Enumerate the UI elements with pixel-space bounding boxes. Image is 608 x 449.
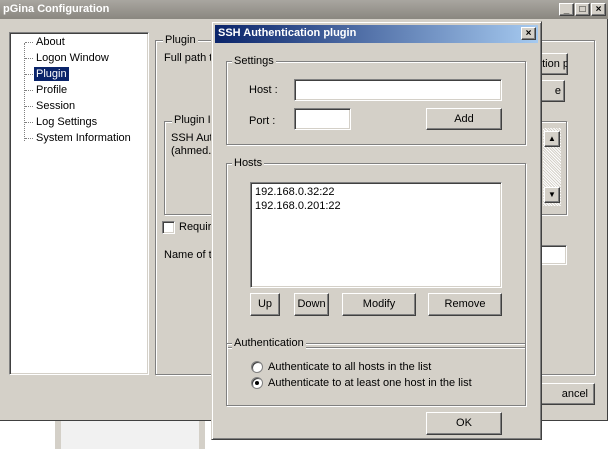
- port-label: Port :: [249, 115, 276, 127]
- radio-one-host[interactable]: [251, 377, 263, 389]
- window-title: pGina Configuration: [3, 3, 110, 15]
- tree-item-plugin[interactable]: Plugin: [34, 67, 69, 81]
- hosts-list[interactable]: 192.168.0.32:22 192.168.0.201:22: [250, 182, 502, 288]
- plugin-path-label: Full path t: [164, 52, 213, 64]
- dialog-close-button[interactable]: ×: [521, 27, 536, 40]
- list-item[interactable]: 192.168.0.201:22: [255, 200, 341, 212]
- host-input[interactable]: [294, 79, 502, 101]
- add-button[interactable]: Add: [426, 108, 502, 130]
- radio-all-hosts-label[interactable]: Authenticate to all hosts in the list: [268, 361, 431, 373]
- authentication-group-label: Authentication: [232, 337, 306, 349]
- background-window: [55, 421, 205, 449]
- cancel-button[interactable]: ancel: [537, 383, 595, 405]
- require-checkbox[interactable]: [162, 221, 175, 234]
- ok-button[interactable]: OK: [426, 412, 502, 435]
- radio-selected-dot: [255, 381, 259, 385]
- name-label: Name of tl: [164, 249, 215, 261]
- tree-connector: [25, 138, 33, 139]
- require-checkbox-label: Requir: [179, 221, 212, 233]
- scroll-up-icon[interactable]: ▲: [544, 131, 560, 147]
- minimize-button[interactable]: _: [559, 3, 574, 16]
- navigation-tree[interactable]: About Logon Window Plugin Profile Sessio…: [9, 32, 149, 375]
- tree-item-logon-window[interactable]: Logon Window: [34, 51, 111, 65]
- down-button[interactable]: Down: [294, 293, 329, 316]
- authentication-group: [226, 343, 526, 406]
- hosts-group-label: Hosts: [232, 157, 265, 169]
- radio-one-host-label[interactable]: Authenticate to at least one host in the…: [268, 377, 472, 389]
- tree-item-system-information[interactable]: System Information: [34, 131, 133, 145]
- ssh-dialog: SSH Authentication plugin × Settings Hos…: [211, 21, 542, 440]
- radio-all-hosts[interactable]: [251, 361, 263, 373]
- plugin-info-scrollbar[interactable]: ▲ ▼: [543, 128, 561, 206]
- dialog-titlebar[interactable]: SSH Authentication plugin ×: [215, 25, 538, 43]
- maximize-button[interactable]: □: [575, 3, 590, 16]
- modify-button[interactable]: Modify: [342, 293, 416, 316]
- tree-item-profile[interactable]: Profile: [34, 83, 69, 97]
- dialog-title: SSH Authentication plugin: [218, 27, 357, 39]
- remove-button[interactable]: Remove: [428, 293, 502, 316]
- plugin-info-line: (ahmed.: [171, 145, 212, 157]
- host-label: Host :: [249, 84, 278, 96]
- background-window-pane: [61, 421, 199, 449]
- scroll-down-icon[interactable]: ▼: [544, 187, 560, 203]
- settings-group: [226, 61, 526, 145]
- tree-connector: [25, 90, 33, 91]
- plugin-group-label: Plugin: [163, 34, 198, 46]
- plugin-info-line: SSH Aut: [171, 132, 213, 144]
- tree-connector: [25, 106, 33, 107]
- tree-connector: [25, 74, 33, 75]
- up-button[interactable]: Up: [250, 293, 280, 316]
- list-item[interactable]: 192.168.0.32:22: [255, 186, 335, 198]
- close-button[interactable]: ×: [591, 3, 606, 16]
- tree-item-session[interactable]: Session: [34, 99, 77, 113]
- tree-item-log-settings[interactable]: Log Settings: [34, 115, 99, 129]
- settings-group-label: Settings: [232, 55, 276, 67]
- tree-item-about[interactable]: About: [34, 35, 67, 49]
- main-titlebar[interactable]: pGina Configuration _ □ ×: [0, 0, 608, 19]
- tree-connector: [25, 122, 33, 123]
- tree-connector: [25, 42, 33, 43]
- tree-connector: [25, 58, 33, 59]
- port-input[interactable]: [294, 108, 351, 130]
